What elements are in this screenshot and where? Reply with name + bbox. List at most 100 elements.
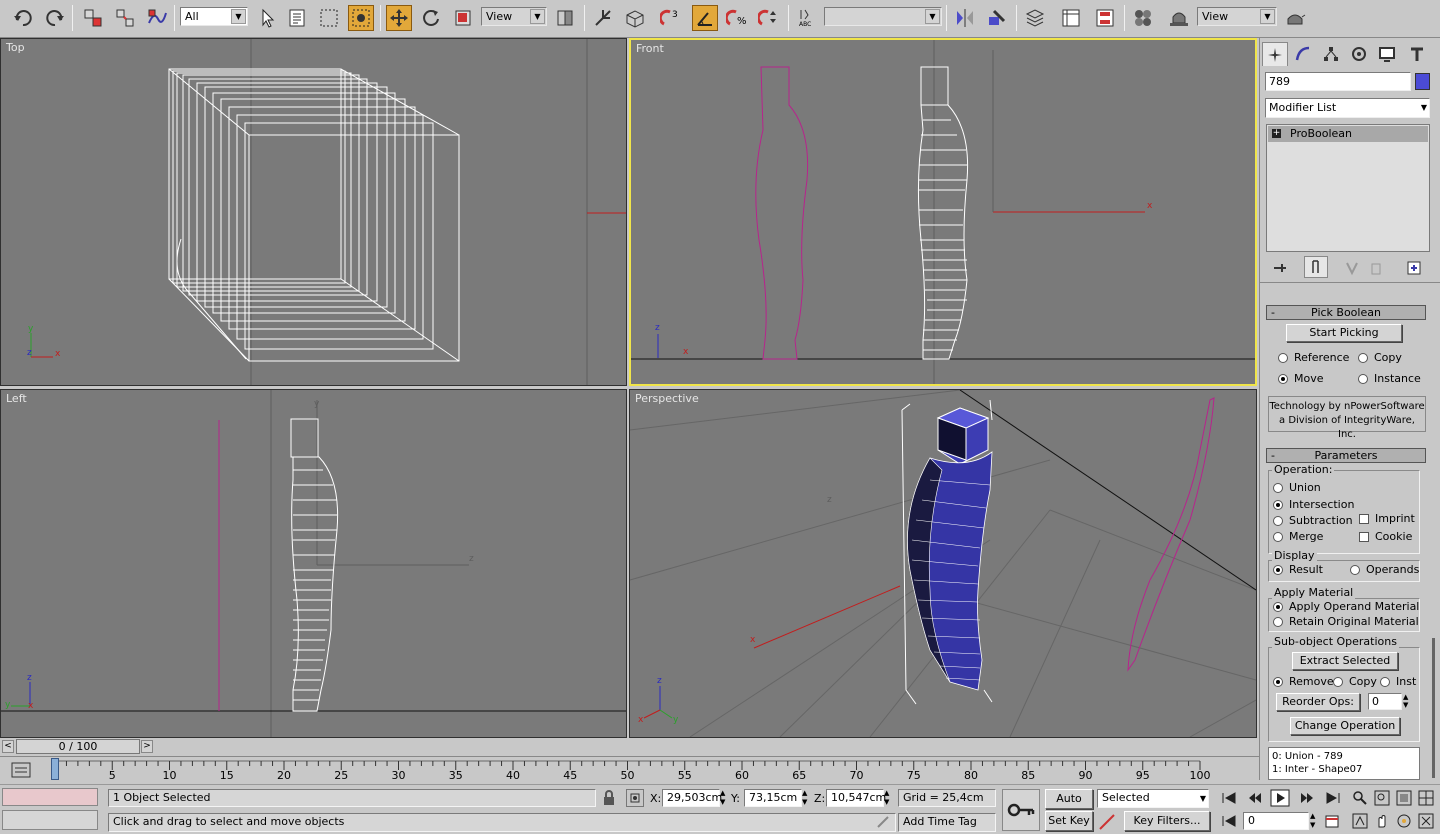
selection-filter-dropdown[interactable]: All ▼ bbox=[180, 7, 248, 26]
time-tag-icon[interactable] bbox=[876, 815, 890, 832]
add-time-tag[interactable]: Add Time Tag bbox=[898, 813, 996, 832]
reorder-ops-field[interactable]: 0 bbox=[1368, 693, 1402, 710]
union-radio[interactable]: Union bbox=[1273, 481, 1321, 494]
copy-subobj-radio[interactable]: Copy bbox=[1333, 675, 1377, 688]
use-pivot-center-icon[interactable] bbox=[552, 5, 578, 31]
zoom-all-icon[interactable] bbox=[1374, 790, 1390, 809]
operation-item[interactable]: 0: Union - 789 bbox=[1272, 750, 1416, 763]
remove-modifier-icon[interactable] bbox=[1368, 260, 1384, 279]
render-setup-icon[interactable] bbox=[1166, 5, 1192, 31]
undo-icon[interactable] bbox=[10, 5, 36, 31]
pick-boolean-rollout-header[interactable]: - Pick Boolean bbox=[1266, 305, 1426, 320]
unlink-selection-icon[interactable] bbox=[112, 5, 138, 31]
reorder-ops-spinner[interactable]: ▲ ▼ bbox=[1403, 693, 1408, 709]
set-key-button[interactable]: Set Key bbox=[1045, 811, 1093, 831]
object-name-field[interactable]: 789 bbox=[1265, 72, 1411, 91]
select-and-rotate-icon[interactable] bbox=[418, 5, 444, 31]
schematic-view-icon[interactable] bbox=[1092, 5, 1118, 31]
previous-frame-icon[interactable] bbox=[1246, 790, 1264, 809]
absolute-mode-icon[interactable] bbox=[626, 789, 644, 807]
material-editor-icon[interactable] bbox=[1130, 5, 1156, 31]
frame-spinner[interactable]: ▲ ▼ bbox=[1310, 812, 1315, 830]
inst-radio[interactable]: Inst bbox=[1380, 675, 1416, 688]
show-end-result-icon[interactable] bbox=[1304, 256, 1328, 278]
window-crossing-icon[interactable] bbox=[348, 5, 374, 31]
y-spinner[interactable]: ▲ ▼ bbox=[802, 789, 807, 807]
percent-snap-toggle-icon[interactable]: % bbox=[724, 5, 750, 31]
prev-frame-arrow-icon[interactable]: < bbox=[2, 740, 14, 753]
quick-render-icon[interactable] bbox=[1282, 5, 1308, 31]
named-selection-dropdown[interactable]: ▼ bbox=[824, 7, 942, 26]
motion-tab-icon[interactable] bbox=[1346, 42, 1372, 66]
key-mode-dropdown[interactable]: Selected ▼ bbox=[1097, 789, 1209, 808]
cookie-checkbox[interactable]: Cookie bbox=[1359, 530, 1412, 543]
select-by-name-icon[interactable] bbox=[284, 5, 310, 31]
rectangular-selection-icon[interactable] bbox=[316, 5, 342, 31]
select-and-link-icon[interactable] bbox=[80, 5, 106, 31]
parameters-rollout-header[interactable]: - Parameters bbox=[1266, 448, 1426, 463]
mirror-icon[interactable] bbox=[952, 5, 978, 31]
zoom-extents-icon[interactable] bbox=[1396, 790, 1412, 809]
layer-manager-icon[interactable] bbox=[1022, 5, 1048, 31]
z-spinner[interactable]: ▲ ▼ bbox=[884, 789, 889, 807]
snaps-toggle-icon[interactable]: 3 bbox=[658, 5, 684, 31]
merge-radio[interactable]: Merge bbox=[1273, 530, 1323, 543]
time-configuration-icon[interactable] bbox=[1324, 813, 1340, 832]
go-to-end-icon[interactable] bbox=[1324, 790, 1342, 809]
maxscript-mini-listener[interactable] bbox=[2, 810, 98, 830]
hierarchy-tab-icon[interactable] bbox=[1318, 42, 1344, 66]
display-tab-icon[interactable] bbox=[1374, 42, 1400, 66]
select-and-move-icon[interactable] bbox=[386, 5, 412, 31]
field-of-view-icon[interactable] bbox=[1352, 813, 1368, 832]
y-coordinate-field[interactable]: 73,15cm bbox=[744, 789, 802, 807]
reference-radio[interactable]: Reference bbox=[1278, 351, 1349, 364]
retain-original-material-radio[interactable]: Retain Original Material bbox=[1273, 615, 1419, 628]
pin-stack-icon[interactable] bbox=[1272, 260, 1288, 279]
spinner-snap-toggle-icon[interactable] bbox=[756, 5, 782, 31]
intersection-radio[interactable]: Intersection bbox=[1273, 498, 1354, 511]
viewport-top[interactable]: Top y x z bbox=[0, 38, 627, 386]
bind-to-space-warp-icon[interactable] bbox=[144, 5, 170, 31]
redo-icon[interactable] bbox=[42, 5, 68, 31]
reorder-ops-button[interactable]: Reorder Ops: bbox=[1276, 693, 1360, 711]
key-mode-toggle-icon[interactable] bbox=[1220, 814, 1238, 831]
start-picking-button[interactable]: Start Picking bbox=[1286, 324, 1402, 342]
curve-editor-icon[interactable] bbox=[1058, 5, 1084, 31]
imprint-checkbox[interactable]: Imprint bbox=[1359, 512, 1415, 525]
stack-item-proboolean[interactable]: + ProBoolean bbox=[1268, 126, 1428, 142]
default-in-out-tangents-icon[interactable] bbox=[1098, 813, 1118, 834]
auto-key-button[interactable]: Auto Key bbox=[1045, 789, 1093, 823]
maximize-viewport-icon[interactable] bbox=[1418, 813, 1434, 832]
operation-item[interactable]: 1: Inter - Shape07 bbox=[1272, 763, 1416, 776]
arc-rotate-icon[interactable] bbox=[1396, 813, 1412, 832]
make-unique-icon[interactable] bbox=[1344, 260, 1360, 279]
play-icon[interactable] bbox=[1270, 789, 1290, 810]
copy-radio[interactable]: Copy bbox=[1358, 351, 1402, 364]
pan-view-icon[interactable] bbox=[1374, 813, 1390, 832]
x-coordinate-field[interactable]: 29,503cm bbox=[662, 789, 722, 807]
next-frame-icon[interactable] bbox=[1298, 790, 1316, 809]
apply-operand-material-radio[interactable]: Apply Operand Material bbox=[1273, 600, 1419, 613]
track-bar[interactable]: 5 10 15 20 25 30 35 40 45 50 55 60 65 70 75 80 85 90 95 100 bbox=[0, 756, 1259, 784]
select-and-manipulate-icon[interactable] bbox=[590, 5, 616, 31]
instance-radio[interactable]: Instance bbox=[1358, 372, 1421, 385]
modifier-list-dropdown[interactable]: Modifier List ▼ bbox=[1265, 98, 1430, 118]
select-and-scale-icon[interactable] bbox=[450, 5, 476, 31]
viewport-left[interactable]: Left y z z y x bbox=[0, 389, 627, 738]
expand-icon[interactable]: + bbox=[1272, 129, 1281, 138]
subtraction-radio[interactable]: Subtraction bbox=[1273, 514, 1353, 527]
viewport-front[interactable]: Front x z x bbox=[629, 38, 1257, 386]
configure-modifier-sets-icon[interactable] bbox=[1406, 260, 1422, 279]
z-coordinate-field[interactable]: 10,547cm bbox=[826, 789, 886, 807]
x-spinner[interactable]: ▲ ▼ bbox=[720, 789, 725, 807]
keyboard-shortcut-override-icon[interactable] bbox=[622, 5, 648, 31]
select-object-icon[interactable] bbox=[254, 5, 280, 31]
object-color-swatch[interactable] bbox=[1415, 73, 1430, 90]
viewport-perspective[interactable]: Perspective x z z x y bbox=[629, 389, 1257, 738]
time-slider-thumb[interactable]: 0 / 100 bbox=[16, 739, 140, 754]
go-to-start-icon[interactable] bbox=[1220, 790, 1238, 809]
set-key-mode-key-icon[interactable] bbox=[1002, 789, 1040, 831]
selection-lock-icon[interactable] bbox=[602, 790, 616, 809]
key-filters-button[interactable]: Key Filters... bbox=[1124, 811, 1210, 831]
change-operation-button[interactable]: Change Operation bbox=[1290, 717, 1400, 735]
